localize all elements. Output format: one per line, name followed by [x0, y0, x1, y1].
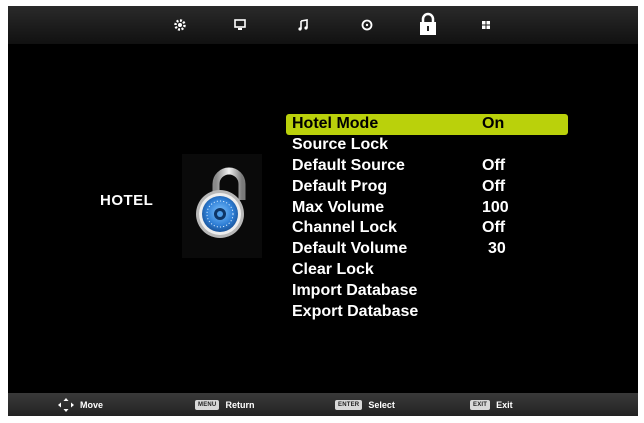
menu-item-channel-lock[interactable]: Channel Lock Off — [286, 218, 568, 239]
menu-item-default-source[interactable]: Default Source Off — [286, 156, 568, 177]
key-hint-bar: Move MENU Return ENTER Select EXIT Exit — [8, 393, 638, 416]
grid-icon — [482, 21, 490, 29]
section-label: HOTEL — [100, 192, 154, 209]
menu-item-source-lock[interactable]: Source Lock — [286, 135, 568, 156]
top-tab-bar — [8, 6, 638, 44]
hint-return: MENU Return — [195, 393, 254, 416]
menu-item-default-volume[interactable]: Default Volume 30 — [286, 239, 568, 260]
tab-lock[interactable] — [415, 10, 441, 38]
menu-item-value: Off — [482, 177, 506, 195]
menu-item-label: Import Database — [292, 282, 418, 300]
hint-label: Exit — [496, 399, 513, 410]
menu-item-label: Export Database — [292, 303, 419, 321]
menu-item-hotel-mode[interactable]: Hotel Mode On — [286, 114, 568, 135]
music-note-icon — [298, 19, 308, 31]
hint-label: Return — [225, 399, 255, 410]
menu-item-label: Max Volume — [292, 198, 385, 216]
hint-select: ENTER Select — [335, 393, 395, 416]
dpad-arrows-icon — [58, 397, 74, 412]
tab-time[interactable] — [355, 14, 379, 36]
clock-icon — [361, 19, 373, 31]
hotel-settings-menu: Hotel Mode On Source Lock Default Source… — [286, 114, 568, 323]
exit-key-icon: EXIT — [470, 399, 491, 410]
tab-app[interactable] — [474, 14, 498, 36]
menu-item-clear-lock[interactable]: Clear Lock — [286, 260, 568, 281]
menu-item-export-database[interactable]: Export Database — [286, 302, 568, 323]
menu-item-value: Off — [482, 219, 506, 237]
menu-item-label: Default Source — [292, 156, 405, 174]
menu-item-import-database[interactable]: Import Database — [286, 281, 568, 302]
monitor-icon — [234, 19, 246, 30]
tab-settings[interactable] — [168, 14, 192, 36]
menu-item-max-volume[interactable]: Max Volume 100 — [286, 198, 568, 219]
tab-picture[interactable] — [228, 14, 252, 36]
menu-item-label: Default Prog — [292, 177, 388, 195]
menu-item-label: Default Volume — [292, 240, 408, 258]
tv-screen: HOTEL Hotel Mode On Source Lock Default … — [8, 6, 638, 416]
enter-key-icon: ENTER — [335, 399, 363, 410]
menu-item-label: Channel Lock — [292, 219, 397, 237]
section-icon-frame — [182, 154, 262, 258]
menu-item-label: Clear Lock — [292, 261, 374, 279]
menu-item-value: 30 — [488, 240, 506, 258]
hint-exit: EXIT Exit — [470, 393, 513, 416]
menu-key-icon: MENU — [195, 399, 220, 410]
tab-sound[interactable] — [291, 14, 315, 36]
menu-item-value: Off — [482, 156, 506, 174]
hint-move: Move — [58, 393, 103, 416]
padlock-icon — [196, 167, 246, 238]
menu-item-default-prog[interactable]: Default Prog Off — [286, 177, 568, 198]
menu-item-value: On — [482, 115, 505, 132]
menu-item-label: Source Lock — [292, 135, 389, 153]
menu-item-value: 100 — [482, 198, 509, 216]
hint-label: Move — [80, 399, 104, 410]
gear-icon — [174, 19, 186, 31]
lock-icon — [420, 12, 436, 35]
menu-item-label: Hotel Mode — [292, 115, 379, 132]
hint-label: Select — [368, 399, 395, 410]
